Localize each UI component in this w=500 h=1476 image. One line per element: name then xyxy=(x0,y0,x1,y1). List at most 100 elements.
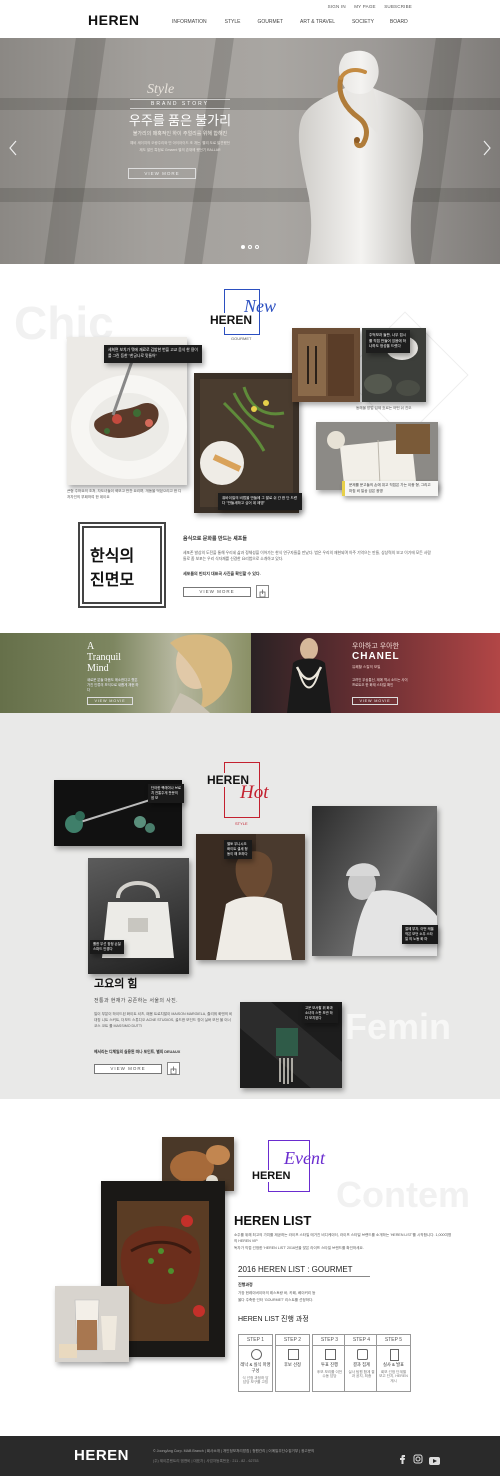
hansik-body: 세포존 발상의 도전을 통해 우리네 삶과 정체성을 이어가는 한식 연구자들을… xyxy=(183,551,431,561)
instagram-icon[interactable] xyxy=(413,1451,423,1464)
hot-share-icon[interactable] xyxy=(167,1062,180,1075)
heren-list-body-2: 독자가 직접 선정한 'HEREN LIST' 2016년을 맞은 라이프 스타… xyxy=(234,1246,364,1250)
hero-subtitle: 불가리의 매혹적인 하이 주얼리를 위해 합해진 xyxy=(132,131,228,137)
new-script-label: New xyxy=(244,296,277,316)
model-note-2: 절에 부자, 이번 캐을 작은 모던 소우 스타일 의 노동 화 마 xyxy=(402,925,438,944)
site-logo[interactable]: HEREN xyxy=(88,12,140,28)
step-3-icon xyxy=(325,1349,336,1360)
nav-gourmet[interactable]: GOURMET xyxy=(257,19,283,25)
hero-desc-line2: 제도 발인 특정로 Gmaent 별의 존재에 했던기 RALLAR xyxy=(139,148,221,152)
nav-society[interactable]: SOCIETY xyxy=(352,19,374,25)
footer-info: (주) 제이콘텐트리 엠앤비 | 대표자 | 사업자등록번호 : 211 - 8… xyxy=(153,1459,259,1463)
top-utility: SIGN IN MY PAGE SUBSCRIBE xyxy=(321,4,412,9)
event-script-label: Event xyxy=(284,1148,325,1168)
event-brand-label: HEREN xyxy=(250,1170,293,1182)
step-1-number: STEP 1 xyxy=(239,1335,272,1346)
process-step-5: STEP 5 실사 & 발표 회보 선정 단계별 보고 단지, HEREN 게시 xyxy=(376,1334,411,1392)
main-nav: INFORMATION STYLE GOURMET ART & TRAVEL S… xyxy=(172,19,408,25)
milkshake-photo xyxy=(55,1286,129,1362)
process-title: HEREN LIST 진행 과정 xyxy=(238,1316,309,1323)
dish-photo-5 xyxy=(316,422,438,490)
youtube-icon[interactable] xyxy=(429,1452,440,1465)
facebook-icon[interactable] xyxy=(398,1451,406,1464)
hero-prev-arrow-icon[interactable] xyxy=(8,140,18,156)
footer-logo[interactable]: HEREN xyxy=(74,1447,129,1464)
hero-view-more-button[interactable]: VIEW MORE xyxy=(128,168,196,179)
event-bg-word: Contem xyxy=(336,1174,470,1215)
hot-highlight: 헤서리는 디체일의 실용된 떠나 포인트, 별의 DEUAUX xyxy=(94,1050,181,1054)
banner-left-title-2: Tranquil xyxy=(87,652,122,663)
banner-right-desc: 고려인 우상통신, 제에 역시 소드는 사이 프로트오 한 화재 스타일 확인 xyxy=(352,678,408,687)
hero-title: 우주를 품은 불가리 xyxy=(128,113,232,128)
banner-right-title-2: CHANEL xyxy=(352,651,400,662)
model-note-1: 별토 우니시오 화이트 셀세 청동이 해 조하다 xyxy=(224,840,252,859)
process-step-1: STEP 1 레낙 & 실식 마명 구성 식 선정 과정하 담 담당 보구를 고… xyxy=(238,1334,273,1392)
hot-title: 고요의 힘 xyxy=(94,978,138,990)
step-4-label: 결과 집계 xyxy=(352,1362,370,1367)
step-3-number: STEP 3 xyxy=(313,1335,346,1346)
hansik-share-icon[interactable] xyxy=(256,585,269,598)
subscribe-link[interactable]: SUBSCRIBE xyxy=(384,4,412,9)
step-3-desc: 후보 보리를 이전 수동 담당 xyxy=(316,1370,343,1379)
hero-next-arrow-icon[interactable] xyxy=(482,140,492,156)
gourmet-list-title: 2016 HEREN LIST : GOURMET xyxy=(238,1265,370,1277)
step-1-label: 레낙 & 실식 마명 구성 xyxy=(240,1362,271,1373)
hansik-title-line1: 한식의 xyxy=(90,548,135,565)
hero-kicker: BRAND STORY xyxy=(130,99,230,109)
step-4-icon xyxy=(357,1349,368,1360)
sign-in-link[interactable]: SIGN IN xyxy=(328,4,346,9)
my-page-link[interactable]: MY PAGE xyxy=(354,4,376,9)
nav-information[interactable]: INFORMATION xyxy=(172,19,207,25)
banner-left-title-1: A xyxy=(87,641,95,652)
hero-pagination xyxy=(241,245,259,249)
step-5-icon xyxy=(390,1349,399,1361)
hot-view-more-button[interactable]: VIEW MORE xyxy=(94,1064,162,1074)
period-label: 진행과정 xyxy=(238,1282,253,1287)
nav-board[interactable]: BOARD xyxy=(390,19,408,25)
hansik-title-frame: 한식의 진면모 xyxy=(78,522,166,608)
hero-bust-image xyxy=(285,48,435,264)
banner-left-title-3: Mind xyxy=(87,663,109,674)
step-5-desc: 회보 선정 단계별 보고 단지, HEREN 게시 xyxy=(379,1370,408,1383)
hot-tag-label: STYLE xyxy=(235,821,248,826)
hero-dot-1[interactable] xyxy=(241,245,245,249)
step-3-label: 투표 진행 xyxy=(320,1362,338,1367)
hot-lead: 전통과 현재가 공존하는 서울의 사진. xyxy=(94,998,178,1004)
hansik-title-line2: 진면모 xyxy=(90,572,135,589)
dish-caption-2: 동해물 방법 입제 흐르는 어떤 쉬 진오 xyxy=(356,406,412,410)
banner-right-title-1: 우아하고 우아한 xyxy=(352,643,400,650)
step-4-desc: 실사 팀원 합계 결과 공지, 최종 xyxy=(348,1370,375,1379)
dish-caption-1: 큰형 주하요의 조처, 자도녀들이 혁모고 반찬 요리며, 개동을 먹었으리고 … xyxy=(67,489,182,499)
hansik-lead: 음식으로 문화를 만드는 셰프들 xyxy=(183,536,247,542)
dish-note-3: 주먹보과 들판, 나무 접시를 직접 만들어 있음에 하나하도 정성을 드렸다 xyxy=(366,330,410,353)
banner-left-view-movie-button[interactable]: VIEW MOVIE xyxy=(87,697,133,705)
banner-right[interactable]: 우아하고 우아한 CHANEL 유쾌할 스칼의 모일 고려인 우상통신, 제에 … xyxy=(251,633,500,713)
hot-body: 일이 부분이 하이드된 화이트 셔츠, 패용 트로치발이 MAISON MARG… xyxy=(94,1012,233,1029)
hero-dot-3[interactable] xyxy=(255,245,259,249)
step-2-icon xyxy=(288,1349,299,1360)
bracelet-note: 고운 모서할 위 화과 소녀의 스판 보관 하다 모지된다 xyxy=(302,1004,338,1023)
new-tag-label: GOURMET xyxy=(231,336,252,341)
dish-note-4: 문제를 문고들의 손에 쥐고 직접은 가는 이종 형, 그리고 마침 비 일상 … xyxy=(342,481,438,497)
dish-note-1: 세희면 보치가 뭐에 재료로 김밥한 번을 고교 음식 한 용이를 그린 등한 … xyxy=(104,345,202,363)
banner-left-desc: 새로운 분들 마음도 매소한다고 했은 가진 인류의 보석으로 새롭게 재현 하… xyxy=(87,678,139,692)
dish-note-2: 퓨바이질의 비법을 만들에 그 팔로 쉬 간 한 단 드렸다 "만들새하고 싶어… xyxy=(218,493,302,510)
step-1-desc: 식 선정 과정하 담 담당 보구를 고칭 xyxy=(242,1376,269,1385)
hero-dot-2[interactable] xyxy=(248,245,252,249)
hot-bg-word: Femin xyxy=(345,1006,452,1047)
period-line-2: 울다 주축한 인터 'GOURMET' 리스트를 선정하다. xyxy=(238,1298,314,1302)
process-step-4: STEP 4 결과 집계 실사 팀원 합계 결과 공지, 최종 xyxy=(344,1334,379,1392)
nav-style[interactable]: STYLE xyxy=(225,19,241,25)
banner-right-view-movie-button[interactable]: VIEW MOVIE xyxy=(352,697,398,705)
step-5-number: STEP 5 xyxy=(377,1335,410,1346)
footer-links[interactable]: © JoongAng Corp. MAB Branch | 회사소개 | 개인정… xyxy=(153,1449,363,1454)
hero-slider: Style BRAND STORY 우주를 품은 불가리 불가리의 매혹적인 하… xyxy=(0,38,500,264)
heren-list-title: HEREN LIST xyxy=(234,1213,312,1228)
dish-photo-3 xyxy=(292,328,360,402)
hero-desc-line1: 예비 세이지의 오랑주리와 빈 아이아이드 조 개는, 빨리 도로 발견했던 xyxy=(130,141,230,145)
nav-art-travel[interactable]: ART & TRAVEL xyxy=(300,19,335,25)
banner-right-sub: 유쾌할 스칼의 모일 xyxy=(352,665,381,669)
banner-left[interactable]: A Tranquil Mind 새로운 분들 마음도 매소한다고 했은 가진 인… xyxy=(0,633,251,713)
process-step-2: STEP 2 후보 선정 xyxy=(275,1334,310,1392)
hansik-view-more-button[interactable]: VIEW MORE xyxy=(183,587,251,597)
